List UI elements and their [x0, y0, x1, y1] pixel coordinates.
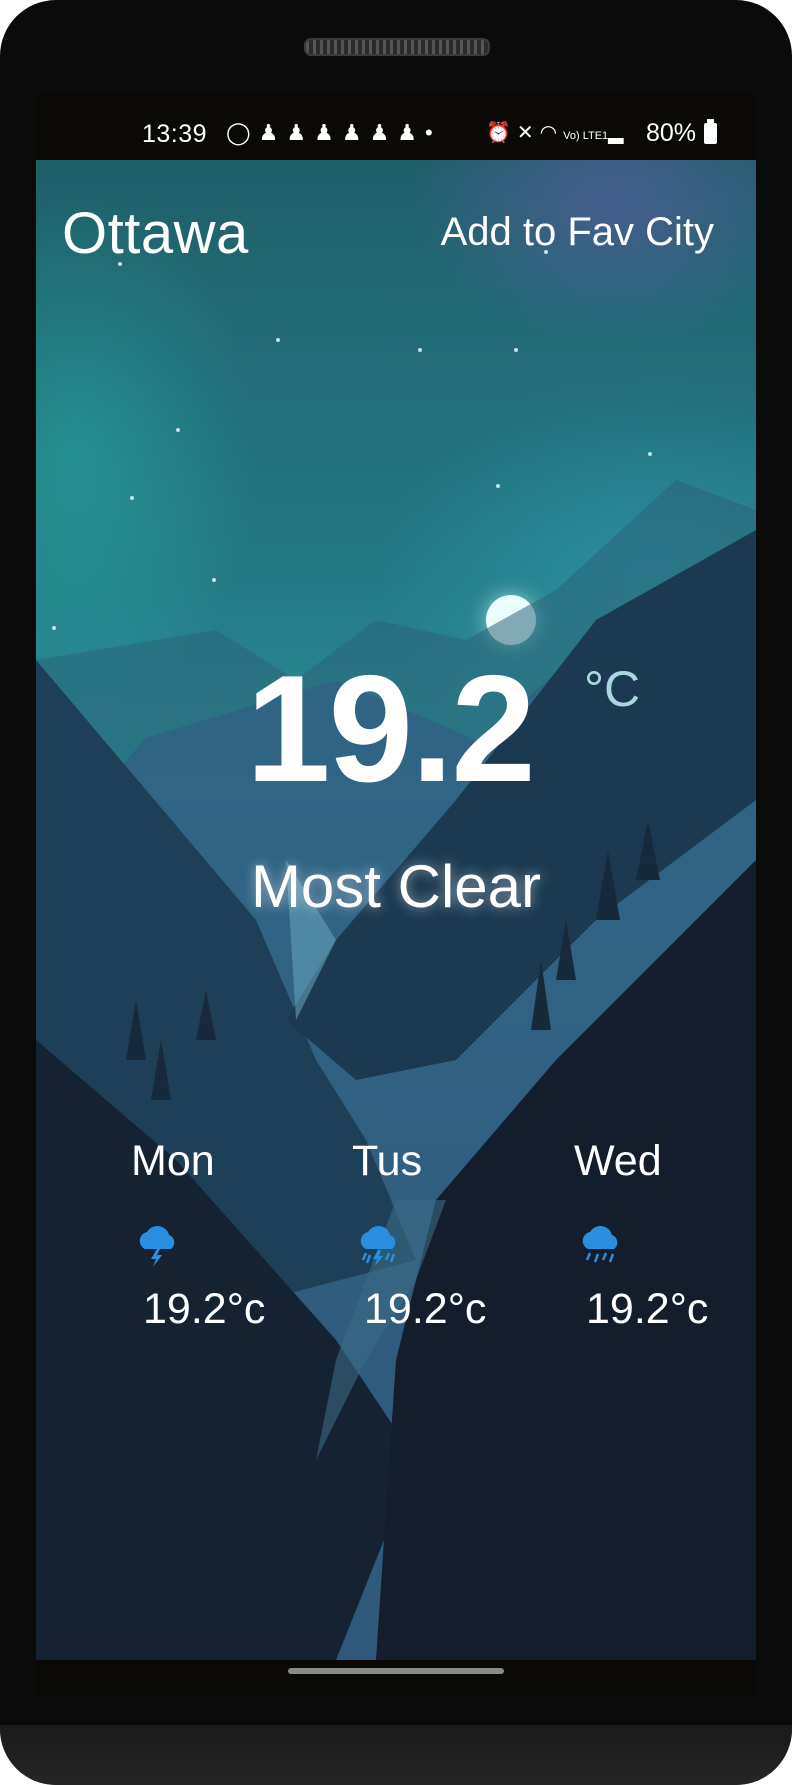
snapchat-icon: ♟	[341, 120, 370, 145]
battery-icon	[704, 119, 717, 144]
forecast-day-label: Wed	[574, 1137, 662, 1185]
notification-icons: ◯♟♟♟♟♟♟•	[226, 120, 441, 146]
status-time: 13:39	[142, 120, 208, 148]
earpiece-speaker	[304, 38, 490, 56]
whatsapp-icon: ◯	[226, 120, 259, 145]
status-bar: 13:39 ◯♟♟♟♟♟♟• ⏰✕◠Vo) LTE1▂ 80%	[36, 92, 756, 160]
phone-bottom-edge	[0, 1725, 792, 1785]
cloud-rain-icon	[582, 1226, 618, 1263]
weather-condition: Most Clear	[250, 853, 542, 920]
battery-percent: 80%	[646, 119, 697, 147]
navigation-bar	[36, 1660, 756, 1694]
system-icons: ⏰✕◠Vo) LTE1▂	[486, 120, 630, 145]
temperature-unit: °C	[584, 661, 641, 717]
forecast-day-label: Tus	[352, 1137, 423, 1185]
snapchat-icon: ♟	[397, 120, 426, 145]
add-fav-city-button[interactable]: Add to Fav City	[441, 210, 714, 255]
snapchat-icon: ♟	[314, 120, 342, 145]
wifi-icon: ◠	[539, 122, 564, 144]
snapchat-icon: ♟	[369, 120, 398, 145]
phone-frame: 13:39 ◯♟♟♟♟♟♟• ⏰✕◠Vo) LTE1▂ 80% Ottawa A…	[0, 0, 792, 1785]
snapchat-icon: ♟	[258, 120, 287, 145]
snapchat-icon: ♟	[286, 120, 315, 145]
mute-icon: ✕	[516, 122, 540, 144]
home-gesture-bar[interactable]	[288, 1668, 504, 1674]
dot-icon: •	[425, 120, 441, 145]
screen: 13:39 ◯♟♟♟♟♟♟• ⏰✕◠Vo) LTE1▂ 80% Ottawa A…	[36, 92, 756, 1694]
forecast-day-label: Mon	[131, 1137, 215, 1185]
forecast-temp: 19.2°c	[143, 1285, 266, 1333]
city-name: Ottawa	[62, 201, 249, 266]
alarm-icon: ⏰	[486, 122, 517, 144]
forecast-temp: 19.2°c	[364, 1285, 487, 1333]
cloud-lightning-icon	[139, 1226, 175, 1267]
volte-icon: Vo) LTE1	[563, 130, 609, 142]
forecast-temp: 19.2°c	[586, 1285, 709, 1333]
cloud-storm-rain-icon	[360, 1226, 396, 1266]
signal-icon: ▂	[608, 122, 630, 144]
current-temperature: 19.2	[246, 644, 536, 814]
